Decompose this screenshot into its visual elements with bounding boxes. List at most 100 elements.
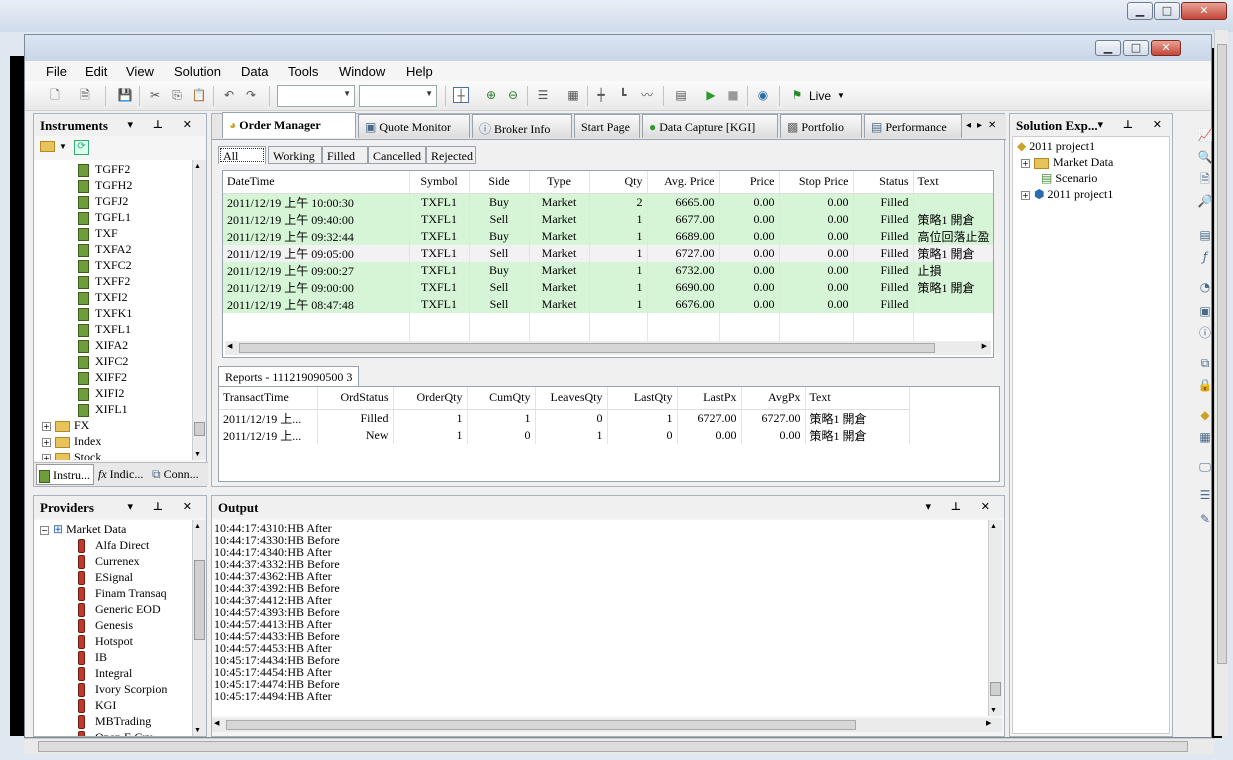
calendar-icon[interactable]: ▤: [673, 87, 689, 103]
minimize-button[interactable]: ▁: [1127, 2, 1153, 20]
outer-horizontal-scrollbar[interactable]: [24, 738, 1214, 754]
output-hscrollbar[interactable]: ◀ ▶: [212, 718, 1002, 732]
instrument-item[interactable]: TGFL1: [78, 210, 131, 225]
box-icon[interactable]: ▣: [1197, 303, 1213, 319]
orders-column-header[interactable]: Text: [913, 171, 993, 194]
folder-icon[interactable]: [40, 140, 55, 152]
menu-file[interactable]: File: [46, 64, 67, 79]
redo-icon[interactable]: ↷: [243, 87, 259, 103]
chart-icon[interactable]: 📈: [1197, 127, 1213, 143]
instrument-item[interactable]: TXFL1: [78, 322, 131, 337]
tab-quote-monitor[interactable]: ▣ Quote Monitor: [358, 114, 470, 138]
panel-controls[interactable]: ▾ ⊥ ✕: [128, 500, 200, 513]
orders-column-header[interactable]: Type: [529, 171, 590, 194]
report-row[interactable]: 2011/12/19 上... Filled 1 1 0 1 6727.00 6727.00 策…: [219, 409, 910, 427]
grid-icon[interactable]: ▦: [565, 87, 581, 103]
menu-help[interactable]: Help: [406, 64, 433, 79]
panel-controls[interactable]: ▾ ⊥ ✕: [128, 118, 200, 131]
search-icon[interactable]: 🔎: [1197, 193, 1213, 209]
live-dropdown[interactable]: Live: [809, 89, 831, 103]
orders-column-header[interactable]: Symbol: [409, 171, 470, 194]
menu-tools[interactable]: Tools: [288, 64, 318, 79]
provider-item[interactable]: Open E Cry: [78, 730, 152, 736]
orders-column-header[interactable]: DateTime: [223, 171, 410, 194]
cube-icon[interactable]: ◆: [1197, 407, 1213, 423]
instrument-item[interactable]: TXFC2: [78, 258, 132, 273]
properties-icon[interactable]: ▦: [1197, 429, 1213, 445]
lock-icon[interactable]: 🔒: [1197, 377, 1213, 393]
instrument-folder[interactable]: + FX: [42, 418, 89, 433]
output-vscrollbar[interactable]: ▲ ▼: [988, 520, 1002, 716]
tab-performance[interactable]: ▤ Performance: [864, 114, 962, 138]
order-row[interactable]: 2011/12/19 上午 09:00:27 TXFL1 Buy Market 1 673…: [223, 261, 993, 279]
line-chart-icon[interactable]: 〰: [639, 87, 655, 103]
orders-hscrollbar[interactable]: ◀ ▶: [225, 341, 991, 355]
function-icon[interactable]: ƒ: [1197, 249, 1213, 265]
provider-item[interactable]: Integral: [78, 666, 132, 682]
instrument-item[interactable]: TXFK1: [78, 306, 132, 321]
filter-cancelled[interactable]: Cancelled: [368, 146, 426, 164]
filter-all[interactable]: All: [218, 146, 266, 164]
orders-column-header[interactable]: Stop Price: [779, 171, 854, 194]
report-row[interactable]: 2011/12/19 上... New 1 0 1 0 0.00 0.00 策略1 開倉: [219, 426, 910, 444]
orders-column-header[interactable]: Qty: [589, 171, 648, 194]
instrument-folder[interactable]: + Index: [42, 434, 101, 449]
tab-data-capture[interactable]: ● Data Capture [KGI]: [642, 114, 778, 138]
clock-icon[interactable]: ◔: [1197, 279, 1213, 295]
instrument-item[interactable]: TGFF2: [78, 162, 130, 177]
new-item-icon[interactable]: 🗎: [77, 87, 93, 103]
monitor-side-icon[interactable]: 🖵: [1197, 459, 1213, 475]
provider-item[interactable]: Genesis: [78, 618, 133, 634]
orders-column-header[interactable]: Side: [469, 171, 530, 194]
reports-column-header[interactable]: OrderQty: [393, 387, 468, 410]
bar-chart-icon[interactable]: ┿: [593, 87, 609, 103]
undo-icon[interactable]: ↶: [221, 87, 237, 103]
tab-instruments[interactable]: Instru...: [36, 464, 94, 485]
provider-item[interactable]: Ivory Scorpion: [78, 682, 167, 698]
provider-item[interactable]: KGI: [78, 698, 116, 714]
zoom-window-icon[interactable]: 🔍: [1197, 149, 1213, 165]
reports-column-header[interactable]: Text: [805, 387, 910, 410]
maximize-button[interactable]: □: [1154, 2, 1180, 20]
stop-icon[interactable]: ■: [725, 87, 741, 103]
instrument-item[interactable]: XIFL1: [78, 402, 128, 417]
reports-column-header[interactable]: AvgPx: [741, 387, 806, 410]
provider-item[interactable]: Finam Transaq: [78, 586, 167, 602]
reports-column-header[interactable]: LastQty: [607, 387, 678, 410]
tab-connections[interactable]: ⧉ Conn...: [152, 467, 199, 482]
panel-controls[interactable]: ▾ ⊥ ✕: [1098, 118, 1170, 131]
menu-data[interactable]: Data: [241, 64, 268, 79]
copy-icon[interactable]: ⎘: [169, 87, 185, 103]
edit-icon[interactable]: ✎: [1197, 511, 1213, 527]
menu-edit[interactable]: Edit: [85, 64, 107, 79]
menu-solution[interactable]: Solution: [174, 64, 221, 79]
orders-column-header[interactable]: Price: [719, 171, 780, 194]
refresh-icon[interactable]: ⟳: [73, 140, 89, 155]
providers-scrollbar[interactable]: ▲ ▼: [192, 520, 206, 736]
paste-icon[interactable]: 📋: [191, 87, 207, 103]
zoom-out-icon[interactable]: ⊖: [505, 87, 521, 103]
toolbar-combo-2[interactable]: ▼: [359, 85, 437, 107]
list-side-icon[interactable]: ☰: [1197, 487, 1213, 503]
list-icon[interactable]: ☰: [535, 87, 551, 103]
reports-column-header[interactable]: OrdStatus: [317, 387, 394, 410]
order-row[interactable]: 2011/12/19 上午 08:47:48 TXFL1 Sell Market 1 66…: [223, 295, 993, 313]
tab-order-manager[interactable]: ◕ Order Manager: [222, 112, 356, 138]
app-minimize-button[interactable]: ▁: [1095, 40, 1121, 56]
provider-item[interactable]: Hotspot: [78, 634, 133, 650]
reports-column-header[interactable]: LastPx: [677, 387, 742, 410]
tab-start-page[interactable]: Start Page: [574, 114, 640, 138]
provider-item[interactable]: IB: [78, 650, 107, 666]
order-row[interactable]: 2011/12/19 上午 10:00:30 TXFL1 Buy Market 2 666…: [223, 193, 993, 211]
outer-vertical-scrollbar[interactable]: [1214, 30, 1228, 736]
new-icon[interactable]: 🗋: [47, 87, 63, 103]
order-row[interactable]: 2011/12/19 上午 09:40:00 TXFL1 Sell Market 1 66…: [223, 210, 993, 228]
zoom-in-icon[interactable]: ⊕: [483, 87, 499, 103]
provider-item[interactable]: ESignal: [78, 570, 133, 586]
menu-view[interactable]: View: [126, 64, 154, 79]
instrument-item[interactable]: TGFJ2: [78, 194, 128, 209]
orders-column-header[interactable]: Avg. Price: [647, 171, 720, 194]
instruments-icon[interactable]: ▤: [1197, 227, 1213, 243]
tree-item-market-data[interactable]: − ⊞ Market Data: [40, 522, 126, 537]
instrument-item[interactable]: TXFI2: [78, 290, 128, 305]
